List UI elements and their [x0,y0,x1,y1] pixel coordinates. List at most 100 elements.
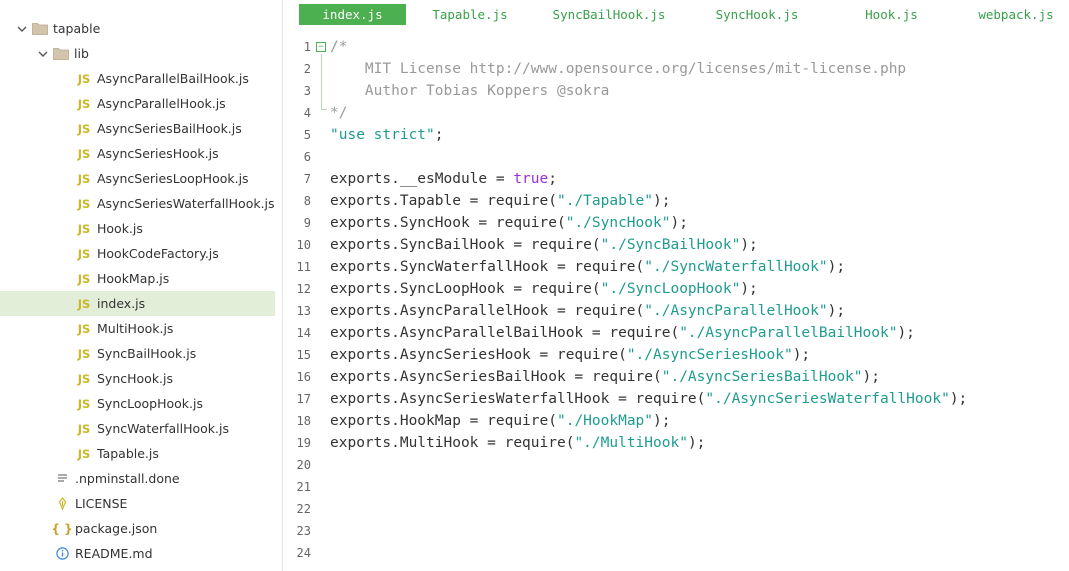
chevron-down-icon[interactable] [16,23,28,35]
tree-file-hookcodefactory-js[interactable]: JS HookCodeFactory.js [0,241,275,266]
js-file-icon: JS [77,121,91,136]
tree-label: SyncWaterfallHook.js [97,421,229,436]
tree-folder-tapable[interactable]: tapable [0,16,275,41]
code-token: "./AsyncParallelBailHook" [679,325,898,341]
tree-file-asyncserieshook-js[interactable]: JS AsyncSeriesHook.js [0,141,275,166]
tree-file-synchook-js[interactable]: JS SyncHook.js [0,366,275,391]
tree-label: index.js [97,296,146,311]
code-token: exports.AsyncSeriesWaterfallHook = requi… [330,391,706,407]
code-token: true [513,171,549,187]
code-token: "use strict" [330,127,435,143]
code-token: ); [740,281,758,297]
code-token: MIT License http://www.opensource.org/li… [330,61,907,77]
tree-file-asyncseriesbailhook-js[interactable]: JS AsyncSeriesBailHook.js [0,116,275,141]
tab-hook-js[interactable]: Hook.js [850,4,933,25]
code-line: exports.AsyncSeriesBailHook = require(".… [330,366,880,388]
code-line: /* [330,36,347,58]
code-token: "./SyncWaterfallHook" [644,259,828,275]
js-file-icon: JS [77,396,91,411]
tree-file-asyncserieswaterfallhook-js[interactable]: JS AsyncSeriesWaterfallHook.js [0,191,275,216]
code-line: exports.AsyncSeriesWaterfallHook = requi… [330,388,967,410]
tree-file-multihook-js[interactable]: JS MultiHook.js [0,316,275,341]
line-number: 24 [296,546,311,560]
tree-label: lib [74,46,89,61]
tree-file-asyncparallelbailhook-js[interactable]: JS AsyncParallelBailHook.js [0,66,275,91]
js-file-icon: JS [77,446,91,461]
code-token: "./AsyncSeriesHook" [626,347,793,363]
line-number: 7 [303,172,311,186]
line-number: 14 [296,326,311,340]
code-token: ); [949,391,968,407]
tree-file-hookmap-js[interactable]: JS HookMap.js [0,266,275,291]
js-file-icon: JS [77,196,91,211]
folder-icon [53,47,69,61]
file-explorer: tapable lib JS AsyncParallelBailHook.js JS… [0,0,283,571]
code-token: ); [687,435,706,451]
tree-file-syncbailhook-js[interactable]: JS SyncBailHook.js [0,341,275,366]
code-token: "./HookMap" [556,413,654,429]
line-number: 15 [296,348,311,362]
line-number: 12 [296,282,311,296]
tree-file-license[interactable]: LICENSE [0,491,275,516]
tree-file-index-js[interactable]: JS index.js [0,291,275,316]
line-number: 18 [296,414,311,428]
js-file-icon: JS [77,421,91,436]
code-token: exports.AsyncSeriesHook = require( [330,347,627,363]
tree-file-asyncseriesloophook-js[interactable]: JS AsyncSeriesLoopHook.js [0,166,275,191]
code-token: "./Tapable" [556,193,654,209]
tree-folder-lib[interactable]: lib [0,41,275,66]
js-file-icon: JS [77,171,91,186]
code-token: ); [653,413,671,429]
tree-file-asyncparallelhook-js[interactable]: JS AsyncParallelHook.js [0,91,275,116]
code-line: exports.HookMap = require("./HookMap"); [330,410,670,432]
code-token: ); [862,369,880,385]
tree-file-npminstall-done[interactable]: .npminstall.done [0,466,275,491]
tree-label: AsyncSeriesHook.js [97,146,219,161]
tab-webpack-js[interactable]: webpack.js [968,4,1064,25]
line-number: 17 [296,392,311,406]
tree-label: README.md [75,546,153,561]
code-token: exports.AsyncParallelHook = require( [330,303,645,319]
line-number: 20 [296,458,311,472]
chevron-down-icon[interactable] [37,48,49,60]
tree-file-tapable-js[interactable]: JS Tapable.js [0,441,275,466]
code-line: exports.Tapable = require("./Tapable"); [330,190,670,212]
tree-label: SyncHook.js [97,371,174,386]
line-number: 2 [303,62,311,76]
fold-guide [321,54,322,106]
tab-synchook-js[interactable]: SyncHook.js [708,4,806,25]
code-line: exports.AsyncSeriesHook = require("./Asy… [330,344,810,366]
tree-file-package-json[interactable]: { } package.json [0,516,275,541]
tab-syncbailhook-js[interactable]: SyncBailHook.js [542,4,676,25]
code-line: exports.SyncLoopHook = require("./SyncLo… [330,278,758,300]
line-number: 10 [296,238,311,252]
tree-file-syncwaterfallhook-js[interactable]: JS SyncWaterfallHook.js [0,416,275,441]
code-token: exports.SyncWaterfallHook = require( [330,259,645,275]
tree-label: AsyncParallelHook.js [97,96,226,111]
code-line: exports.__esModule = true; [330,168,557,190]
line-number: 9 [303,216,311,230]
tree-file-readme-md[interactable]: README.md [0,541,275,566]
line-number: 22 [296,502,311,516]
tree-label: AsyncSeriesBailHook.js [97,121,242,136]
tree-file-syncloophook-js[interactable]: JS SyncLoopHook.js [0,391,275,416]
tab-tapable-js[interactable]: Tapable.js [414,4,526,25]
fold-toggle-icon[interactable]: − [316,42,326,52]
editor-tab-bar: index.js Tapable.js SyncBailHook.js SyncHoo… [284,0,1069,30]
code-line: MIT License http://www.opensource.org/li… [330,58,906,80]
tree-label: AsyncSeriesWaterfallHook.js [97,196,275,211]
tree-file-hook-js[interactable]: JS Hook.js [0,216,275,241]
code-line: "use strict"; [330,124,444,146]
js-file-icon: JS [77,371,91,386]
line-number: 19 [296,436,311,450]
code-editor[interactable]: 1 2 3 4 5 6 7 8 9 10 11 12 13 14 15 16 17 18 19 20 21 22 23 24−… [284,36,1069,571]
tab-index-js[interactable]: index.js [299,4,406,25]
line-number: 4 [303,106,311,120]
code-line: exports.AsyncParallelBailHook = require(… [330,322,915,344]
code-line: exports.SyncBailHook = require("./SyncBa… [330,234,758,256]
code-token: "./SyncHook" [565,215,671,231]
code-token: "./SyncLoopHook" [600,281,741,297]
code-token: /* [330,39,348,55]
line-number: 3 [303,84,311,98]
tree-label: AsyncSeriesLoopHook.js [97,171,249,186]
